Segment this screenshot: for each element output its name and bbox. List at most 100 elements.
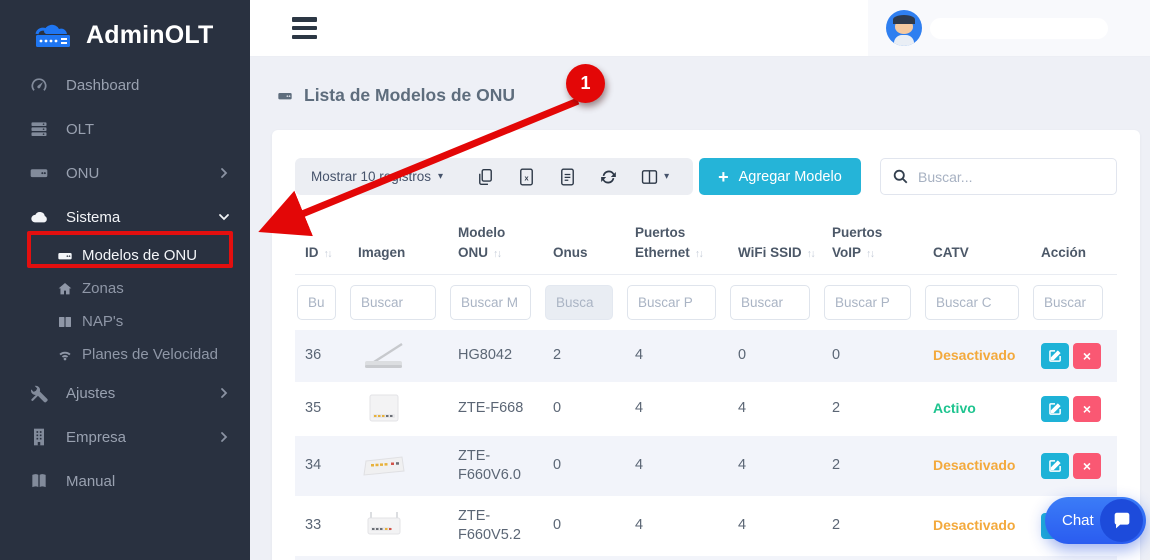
onu-photo [358, 341, 410, 371]
home-icon [56, 281, 74, 297]
filter-input-accion[interactable] [1033, 285, 1103, 320]
menu-icon[interactable] [292, 17, 317, 39]
sidebar-item-ajustes[interactable]: Ajustes [0, 371, 250, 415]
copy-button[interactable] [465, 158, 506, 195]
filter-input-ethernet[interactable] [627, 285, 716, 320]
column-header-id[interactable]: ID↑↓ [295, 219, 350, 274]
entries-dropdown[interactable]: Mostrar 10 registros ▾ [311, 169, 443, 184]
olt-icon [28, 119, 50, 139]
sidebar-item-label: Zonas [82, 280, 124, 297]
filter-row [295, 274, 1117, 330]
plus-icon: + [718, 168, 729, 186]
cell-wifi: 4 [730, 382, 824, 436]
sidebar-item-naps[interactable]: NAP's [0, 305, 250, 338]
svg-text:x: x [525, 173, 530, 182]
column-header-puertos-ethernet[interactable]: Puertos Ethernet↑↓ [627, 219, 730, 274]
top-bar [250, 0, 1150, 57]
sort-icon: ↑↓ [695, 248, 703, 260]
status-badge: Desactivado [933, 457, 1015, 473]
table-card: Mostrar 10 registros ▾ x [272, 130, 1140, 560]
cell-ethernet: 4 [627, 436, 730, 496]
status-badge: Activo [933, 400, 976, 416]
sidebar-item-olt[interactable]: OLT [0, 107, 250, 151]
annotation-badge: 1 [566, 64, 605, 103]
filter-input-modelo[interactable] [450, 285, 531, 320]
onu-photo [358, 393, 410, 425]
cell-id: 36 [295, 330, 350, 382]
status-badge: Desactivado [933, 347, 1015, 363]
sidebar-item-sistema[interactable]: Sistema [0, 195, 250, 239]
page-title: Lista de Modelos de ONU [275, 85, 1140, 106]
cell-modelo: ZTE-F660V6.0 [450, 436, 545, 496]
chevron-right-icon [218, 167, 230, 179]
cell-imagen [350, 382, 450, 436]
sidebar-item-zonas[interactable]: Zonas [0, 272, 250, 305]
cloud-icon [28, 207, 50, 227]
column-header-catv[interactable]: CATV [925, 219, 1033, 274]
filter-input-id[interactable] [297, 285, 336, 320]
edit-button[interactable] [1041, 453, 1069, 479]
sidebar-item-onu[interactable]: ONU [0, 151, 250, 195]
filter-input-wifi[interactable] [730, 285, 810, 320]
delete-button[interactable]: × [1073, 453, 1101, 479]
chevron-down-icon [218, 211, 230, 223]
cell-wifi: 4 [730, 556, 824, 560]
filter-input-onus[interactable] [545, 285, 613, 320]
logo-icon [30, 19, 76, 51]
cell-id: 33 [295, 496, 350, 556]
copy-icon [477, 168, 494, 186]
edit-button[interactable] [1041, 396, 1069, 422]
column-header-imagen[interactable]: Imagen [350, 219, 450, 274]
cell-onus: 0 [545, 556, 627, 560]
username-redacted [930, 18, 1108, 39]
search-icon [893, 169, 908, 184]
column-visibility-button[interactable]: ▾ [629, 158, 681, 195]
add-model-button[interactable]: + Agregar Modelo [699, 158, 861, 195]
edit-icon [1049, 349, 1062, 362]
sidebar-item-label: Modelos de ONU [82, 247, 197, 264]
sidebar-item-dashboard[interactable]: Dashboard [0, 63, 250, 107]
cell-ethernet: 4 [627, 556, 730, 560]
app-logo[interactable]: AdminOLT [0, 0, 250, 57]
table-row: 34 ZTE-F660V6.0 0 4 4 2 Desactivado × [295, 436, 1117, 496]
chat-widget[interactable]: Chat [1045, 497, 1146, 544]
export-file-button[interactable] [547, 158, 588, 195]
column-header-modelo-onu[interactable]: Modelo ONU↑↓ [450, 219, 545, 274]
columns-icon [56, 314, 74, 330]
delete-button[interactable]: × [1073, 396, 1101, 422]
sidebar-item-empresa[interactable]: Empresa [0, 415, 250, 459]
sidebar-item-modelos-de-onu[interactable]: Modelos de ONU [0, 239, 250, 272]
cell-id: 34 [295, 436, 350, 496]
cell-voip: 2 [824, 436, 925, 496]
avatar[interactable] [886, 10, 922, 46]
filter-input-imagen[interactable] [350, 285, 436, 320]
column-header-onus[interactable]: Onus [545, 219, 627, 274]
close-icon: × [1083, 401, 1091, 417]
delete-button[interactable]: × [1073, 343, 1101, 369]
excel-icon: x [518, 168, 535, 186]
cell-wifi: 4 [730, 436, 824, 496]
add-model-label: Agregar Modelo [739, 169, 842, 185]
cell-imagen [350, 496, 450, 556]
cell-id: 32 [295, 556, 350, 560]
refresh-icon [600, 168, 617, 186]
column-header-puertos-voip[interactable]: Puertos VoIP↑↓ [824, 219, 925, 274]
chat-label: Chat [1045, 512, 1094, 529]
edit-button[interactable] [1041, 343, 1069, 369]
cell-wifi: 4 [730, 496, 824, 556]
filter-input-voip[interactable] [824, 285, 911, 320]
search-input[interactable] [918, 169, 1104, 185]
filter-input-catv[interactable] [925, 285, 1019, 320]
refresh-button[interactable] [588, 158, 629, 195]
column-header-accion: Acción [1033, 219, 1117, 274]
cell-onus: 0 [545, 436, 627, 496]
sidebar-item-label: NAP's [82, 313, 123, 330]
caret-down-icon: ▾ [438, 171, 443, 182]
sidebar-item-planes-de-velocidad[interactable]: Planes de Velocidad [0, 338, 250, 371]
sidebar-item-label: Sistema [66, 209, 120, 226]
sidebar-item-manual[interactable]: Manual [0, 459, 250, 503]
export-excel-button[interactable]: x [506, 158, 547, 195]
onu-title-icon [275, 88, 295, 104]
sidebar-item-label: Ajustes [66, 385, 115, 402]
column-header-wifi-ssid[interactable]: WiFi SSID↑↓ [730, 219, 824, 274]
